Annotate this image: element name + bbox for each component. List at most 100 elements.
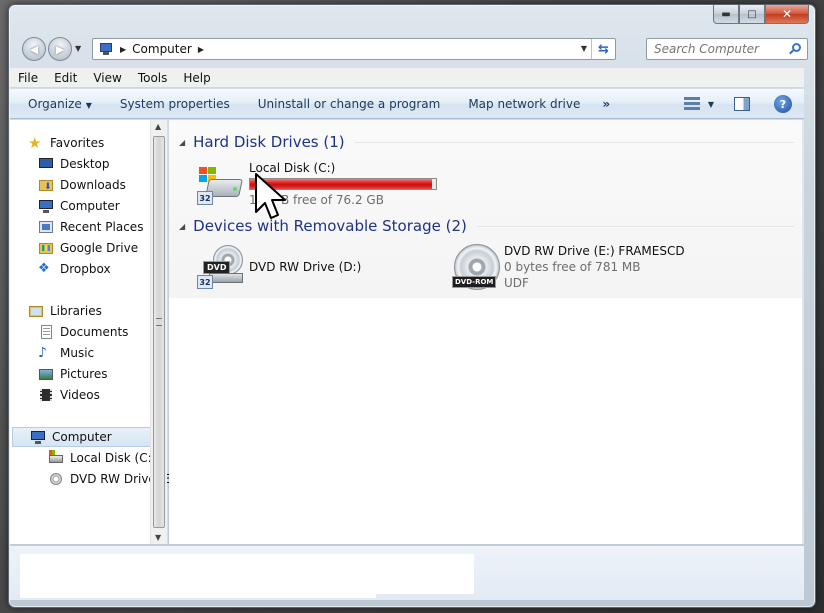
- address-row: ◀ ▶ ▼ ▶ Computer ▶ ▼ ⇆: [14, 36, 810, 62]
- back-button[interactable]: ◀: [22, 37, 46, 61]
- nav-videos[interactable]: Videos: [38, 385, 100, 405]
- change-view-icon[interactable]: [683, 97, 700, 111]
- menu-file[interactable]: File: [10, 71, 46, 85]
- mouse-cursor-icon: [255, 173, 286, 219]
- menu-view[interactable]: View: [85, 71, 129, 85]
- libraries-icon: [28, 303, 44, 319]
- address-bar[interactable]: ▶ Computer ▶ ▼ ⇆: [92, 38, 616, 60]
- details-area: [20, 554, 376, 598]
- nav-desktop[interactable]: Desktop: [38, 154, 110, 174]
- close-button[interactable]: ✕: [765, 5, 809, 24]
- scroll-down-icon[interactable]: ▼: [155, 533, 161, 542]
- nav-local-disk[interactable]: Local Disk (C:): [48, 448, 156, 468]
- system-properties-button[interactable]: System properties: [106, 97, 244, 111]
- scroll-up-icon[interactable]: ▲: [155, 122, 161, 131]
- file-system-text: UDF: [504, 276, 529, 290]
- nav-label: Videos: [60, 388, 100, 402]
- refresh-button[interactable]: ⇆: [591, 39, 615, 59]
- dvd-rom-label: DVD-ROM: [452, 276, 497, 288]
- drive-dvd-e[interactable]: DVD-ROM DVD RW Drive (E:) FRAMESCD 0 byt…: [452, 244, 752, 294]
- videos-icon: [38, 387, 54, 403]
- nav-downloads[interactable]: ⬇ Downloads: [38, 175, 126, 195]
- nav-label: Documents: [60, 325, 129, 339]
- help-icon[interactable]: ?: [774, 95, 792, 113]
- content-pane: ◢ Hard Disk Drives (1) 32 Local Disk (C:…: [169, 120, 804, 544]
- preview-pane-icon[interactable]: [734, 97, 750, 111]
- arrow-right-icon: ▶: [55, 42, 65, 56]
- search-box[interactable]: [646, 38, 808, 60]
- computer-icon: [38, 198, 54, 214]
- nav-recent-places[interactable]: Recent Places: [38, 217, 143, 237]
- nav-label: Libraries: [50, 304, 102, 318]
- organize-label: Organize: [28, 96, 82, 111]
- search-input[interactable]: [654, 42, 784, 56]
- minimize-button[interactable]: ▬: [713, 5, 739, 24]
- recent-places-icon: [38, 219, 54, 235]
- caption-buttons: ▬ □ ✕: [713, 5, 809, 25]
- chevron-right-icon[interactable]: ▶: [120, 45, 126, 54]
- drive-dvd-d[interactable]: DVD 32 DVD RW Drive (D:): [197, 245, 437, 295]
- dropbox-icon: ❖: [38, 261, 50, 276]
- hard-disk-icon: [48, 450, 64, 466]
- drive-name: DVD RW Drive (E:) FRAMESCD: [504, 244, 685, 258]
- recent-pages-dropdown[interactable]: ▼: [75, 44, 81, 53]
- hard-disk-icon: 32: [197, 167, 245, 207]
- breadcrumb-computer[interactable]: Computer: [132, 42, 192, 56]
- nav-favorites[interactable]: ★ Favorites: [28, 133, 104, 153]
- maximize-button[interactable]: □: [739, 5, 765, 24]
- forward-button[interactable]: ▶: [48, 37, 72, 61]
- bitness-badge: 32: [197, 191, 213, 205]
- command-bar: Organize ▼ System properties Uninstall or…: [10, 89, 804, 119]
- google-drive-icon: [38, 240, 54, 256]
- navigation-pane: ★ Favorites Desktop ⬇ Downloads Computer…: [10, 120, 176, 544]
- group-title: Devices with Removable Storage (2): [193, 217, 467, 235]
- nav-label: Dropbox: [60, 262, 111, 276]
- downloads-folder-icon: ⬇: [38, 177, 54, 193]
- music-icon: ♪: [38, 345, 47, 361]
- uninstall-program-button[interactable]: Uninstall or change a program: [244, 97, 455, 111]
- nav-music[interactable]: ♪ Music: [38, 343, 94, 363]
- menu-bar: File Edit View Tools Help: [10, 68, 804, 88]
- collapse-icon[interactable]: ◢: [179, 222, 185, 231]
- nav-computer-root[interactable]: Computer: [12, 427, 162, 447]
- dvd-rom-icon: DVD-ROM: [452, 244, 500, 290]
- content-edge: [802, 120, 804, 544]
- drive-name: DVD RW Drive (D:): [249, 260, 362, 274]
- nav-documents[interactable]: Documents: [38, 322, 128, 342]
- divider: [354, 141, 794, 143]
- nav-label: Computer: [60, 199, 120, 213]
- desktop-icon: [38, 156, 54, 172]
- nav-dropbox[interactable]: ❖ Dropbox: [38, 259, 111, 279]
- collapse-icon[interactable]: ◢: [179, 138, 185, 147]
- nav-label: Favorites: [50, 136, 105, 150]
- details-pane: [10, 545, 804, 600]
- bitness-badge: 32: [197, 275, 213, 289]
- dvd-drive-icon: DVD 32: [197, 245, 245, 289]
- group-header-hard-disks[interactable]: ◢ Hard Disk Drives (1): [179, 132, 794, 152]
- menu-tools[interactable]: Tools: [130, 71, 176, 85]
- map-network-drive-button[interactable]: Map network drive: [454, 97, 594, 111]
- nav-pictures[interactable]: Pictures: [38, 364, 108, 384]
- menu-help[interactable]: Help: [175, 71, 218, 85]
- nav-scrollbar[interactable]: ▲ ▼: [150, 120, 167, 544]
- more-commands-button[interactable]: »: [594, 97, 618, 111]
- search-icon[interactable]: [789, 43, 801, 55]
- free-space-text: 0 bytes free of 781 MB: [504, 260, 641, 274]
- nav-computer[interactable]: Computer: [38, 196, 120, 216]
- address-dropdown-icon[interactable]: ▼: [581, 44, 587, 53]
- view-options-dropdown[interactable]: ▼: [708, 100, 714, 109]
- nav-libraries[interactable]: Libraries: [28, 301, 102, 321]
- nav-label: Desktop: [60, 157, 110, 171]
- organize-button[interactable]: Organize ▼: [10, 97, 106, 111]
- nav-label: Google Drive: [60, 241, 139, 255]
- documents-icon: [38, 324, 54, 340]
- nav-google-drive[interactable]: Google Drive: [38, 238, 138, 258]
- scrollbar-thumb[interactable]: [153, 136, 165, 528]
- drive-local-disk-c[interactable]: 32 Local Disk (C:) 1. B free of 76.2 GB: [197, 161, 457, 211]
- pictures-icon: [38, 366, 54, 382]
- chevron-down-icon: ▼: [85, 100, 92, 110]
- nav-label: Downloads: [60, 178, 126, 192]
- menu-edit[interactable]: Edit: [46, 71, 85, 85]
- chevron-right-icon[interactable]: ▶: [198, 45, 204, 54]
- group-title: Hard Disk Drives (1): [193, 133, 345, 151]
